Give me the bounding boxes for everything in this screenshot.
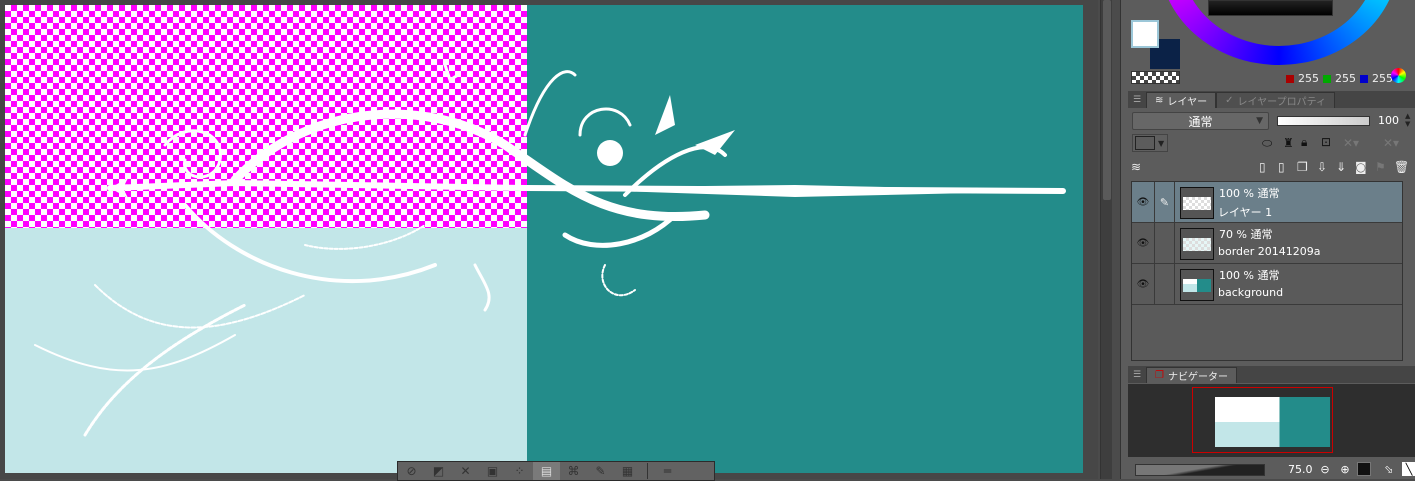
vertical-scrollbar[interactable] [1100, 0, 1112, 479]
lock-icon[interactable]: 🔒︎ [1301, 135, 1307, 150]
tab-label: レイヤー [1167, 97, 1208, 108]
layer-row[interactable]: 👁︎ 70 % 通常 border 20141209a [1132, 223, 1402, 264]
layer-thumbnail [1180, 187, 1214, 219]
navigator-controls: 75.0 ⊖ ⊕ ⬂ ╲ [1128, 460, 1415, 479]
color-mode-icon[interactable] [1391, 68, 1406, 83]
invert-selection-icon[interactable]: ◩ [425, 462, 452, 480]
eye-icon[interactable]: 👁︎ [1132, 182, 1155, 222]
layer-name: border 20141209a [1218, 245, 1321, 258]
transfer-down-icon[interactable]: ⇩ [1317, 160, 1327, 174]
selection-launcher-toolbar: ⊘ ◩ ✕ ▣ ⁘ ▤ ⌘ ✎ ▦ ═ [397, 461, 715, 481]
layer-thumbnail [1180, 228, 1214, 260]
pen-slot [1155, 264, 1175, 304]
merge-down-icon[interactable]: ⇓ [1336, 160, 1346, 174]
navigator-preview[interactable] [1128, 384, 1415, 457]
layer-mask-icon[interactable]: ◙ [1355, 160, 1367, 174]
reference-layer-icon[interactable]: ♜ [1283, 136, 1294, 150]
layer-list: 👁︎ ✎ 100 % 通常 レイヤー 1 👁︎ 70 % 通常 border 2… [1131, 181, 1403, 361]
opacity-value[interactable]: 100 [1378, 114, 1399, 127]
pen-icon: ✎ [1155, 182, 1175, 222]
new-raster-layer-icon[interactable]: ▯ [1259, 160, 1266, 174]
ruler-icon[interactable]: ✕▾ [1383, 136, 1399, 150]
tab-label: ナビゲーター [1167, 372, 1228, 383]
layer-name: background [1218, 286, 1284, 299]
dots-icon[interactable]: ⁘ [506, 462, 533, 480]
layer-info: 70 % 通常 [1219, 228, 1273, 241]
eye-icon[interactable]: 👁︎ [1132, 223, 1155, 263]
crop-icon[interactable]: ▤ [533, 462, 560, 480]
layer-thumbnail [1180, 269, 1214, 301]
scrollbar-thumb[interactable] [1103, 0, 1111, 200]
opacity-spinner[interactable]: ▲ ▼ [1405, 112, 1410, 128]
red-icon [1286, 74, 1294, 83]
blend-mode-value: 通常 [1188, 114, 1213, 129]
view-frame[interactable] [1192, 387, 1333, 453]
shrink-selection-icon[interactable]: ▣ [479, 462, 506, 480]
zoom-in-icon[interactable]: ⊕ [1338, 462, 1352, 476]
tab-layer[interactable]: ≋ レイヤー [1146, 92, 1217, 108]
transform-icon[interactable]: ⌘ [560, 462, 587, 480]
canvas[interactable] [5, 5, 1083, 473]
navigator-icon: ❐ [1155, 370, 1164, 381]
navigator-tabs: ☰ ❐ ナビゲーター [1128, 366, 1415, 383]
canvas-area[interactable]: ⊘ ◩ ✕ ▣ ⁘ ▤ ⌘ ✎ ▦ ═ [0, 0, 1098, 481]
tab-label: レイヤープロパティ [1237, 97, 1326, 108]
layer-info: 100 % 通常 [1219, 187, 1280, 200]
mask-icon[interactable]: ✕▾ [1343, 136, 1359, 150]
lock-transparency-icon[interactable]: ⊡ [1321, 135, 1331, 149]
layer-name: レイヤー 1 [1218, 206, 1273, 219]
clear-icon[interactable]: ▦ [614, 462, 641, 480]
layer-row[interactable]: 👁︎ ✎ 100 % 通常 レイヤー 1 [1132, 182, 1402, 223]
blue-icon [1360, 74, 1368, 83]
panel-menu-icon[interactable]: ☰ [1128, 92, 1146, 108]
color-wheel-panel: 255 255 255 [1121, 0, 1415, 88]
rotate-icon[interactable]: ╲ [1402, 462, 1415, 476]
trash-icon[interactable]: 🗑︎ [1394, 160, 1409, 174]
transparent-color-swatch[interactable] [1131, 71, 1180, 84]
zoom-value: 75.0 [1288, 463, 1313, 476]
apply-mask-icon[interactable]: ⚑ [1375, 160, 1386, 174]
panel-menu-icon[interactable]: ☰ [1128, 367, 1146, 383]
layer-row[interactable]: 👁︎ 100 % 通常 background [1132, 264, 1402, 305]
check-icon: ✓ [1225, 95, 1234, 106]
layers-icon: ≋ [1131, 160, 1142, 174]
more-icon[interactable]: ═ [654, 462, 681, 480]
floral-ornament-selection [34, 63, 1066, 437]
flip-icon[interactable]: ⬂ [1382, 462, 1396, 476]
rgb-readout: 255 255 255 [1286, 72, 1393, 85]
red-value: 255 [1298, 72, 1319, 85]
tab-layer-property[interactable]: ✓ レイヤープロパティ [1216, 92, 1335, 108]
zoom-out-icon[interactable]: ⊖ [1318, 462, 1332, 476]
green-value: 255 [1335, 72, 1356, 85]
blend-mode-select[interactable]: 通常 ▼ [1132, 112, 1269, 130]
layer-info: 100 % 通常 [1219, 269, 1280, 282]
toolbar-divider [647, 463, 648, 479]
new-folder-icon[interactable]: ❐ [1297, 160, 1308, 174]
saturation-square[interactable] [1208, 0, 1333, 16]
layer-color-swatch [1135, 136, 1155, 150]
expand-selection-icon[interactable]: ✕ [452, 462, 479, 480]
zoom-slider[interactable] [1135, 464, 1265, 476]
tab-navigator[interactable]: ❐ ナビゲーター [1146, 367, 1237, 383]
foreground-color-swatch[interactable] [1131, 20, 1159, 48]
clip-icon[interactable]: ⬭ [1262, 136, 1272, 151]
deselect-icon[interactable]: ⊘ [398, 462, 425, 480]
layer-panel-tabs: ☰ ≋ レイヤー ✓ レイヤープロパティ [1128, 91, 1415, 108]
chevron-down-icon: ▼ [1256, 116, 1263, 126]
pen-slot [1155, 223, 1175, 263]
blue-value: 255 [1372, 72, 1393, 85]
layer-color-select[interactable]: ▼ [1132, 134, 1168, 152]
new-vector-layer-icon[interactable]: ▯ [1278, 160, 1285, 174]
layers-icon: ≋ [1155, 95, 1164, 106]
right-panel: 255 255 255 ☰ ≋ レイヤー ✓ レイヤープロパティ 通常 ▼ 100 ▲… [1120, 0, 1415, 479]
eye-icon[interactable]: 👁︎ [1132, 264, 1155, 304]
green-icon [1323, 74, 1331, 83]
fill-icon[interactable]: ✎ [587, 462, 614, 480]
fit-view-icon[interactable] [1357, 462, 1371, 476]
chevron-down-icon: ▼ [1158, 138, 1165, 148]
opacity-slider[interactable] [1277, 116, 1370, 126]
